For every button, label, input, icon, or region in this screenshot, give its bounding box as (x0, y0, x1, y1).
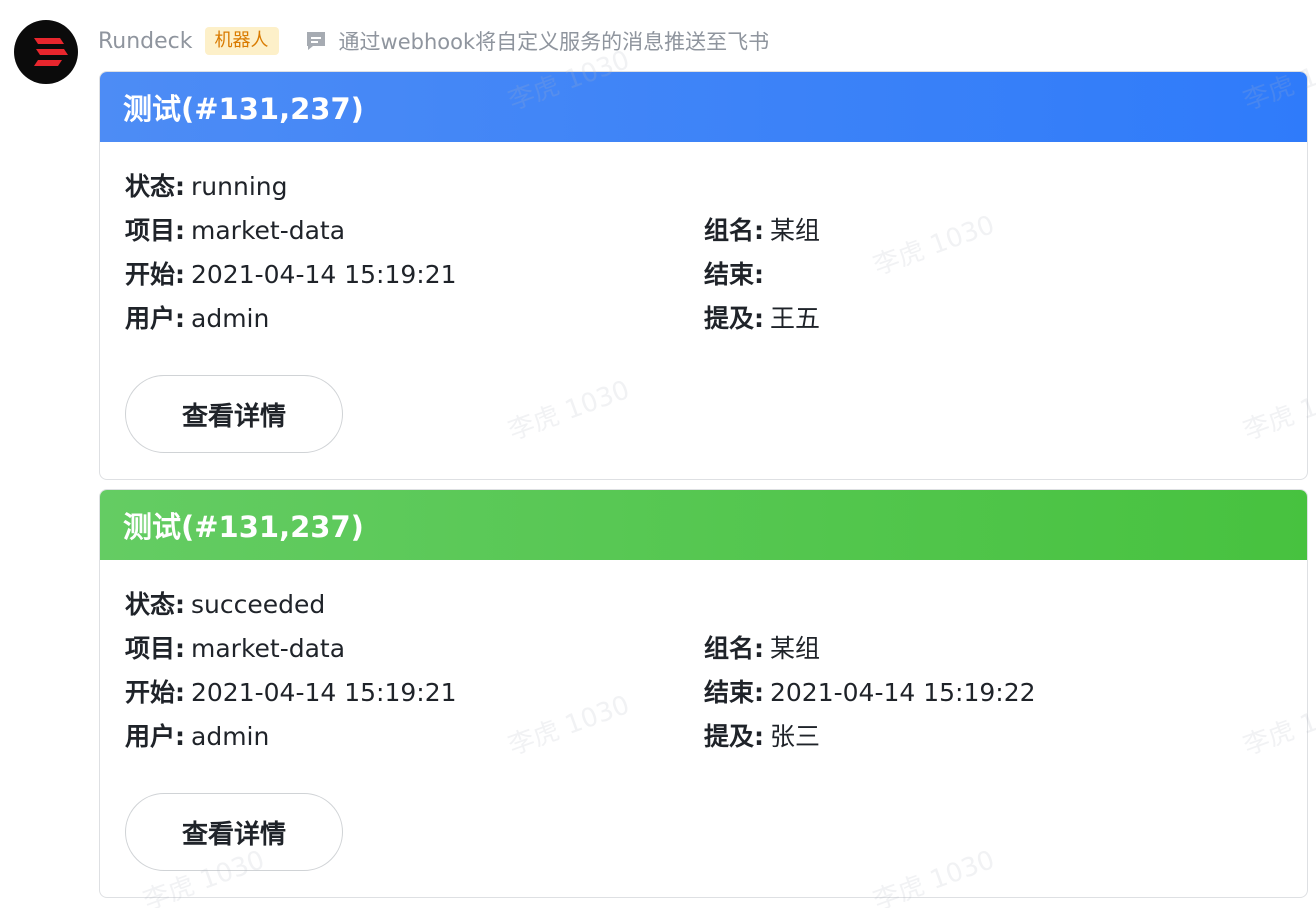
message-icon (306, 32, 325, 50)
group-label: 组名: (704, 216, 764, 245)
view-details-button[interactable]: 查看详情 (125, 375, 343, 453)
status-value: running (191, 172, 288, 201)
card-fields: 状态: succeeded 项目: market-data 开始: 2021-04-1… (100, 560, 1307, 760)
rundeck-logo-icon (34, 38, 68, 66)
start-value: 2021-04-14 15:19:21 (191, 260, 457, 289)
job-card-succeeded: 测试(#131,237) 状态: succeeded 项目: market-data… (99, 489, 1308, 898)
status-field: 状态: succeeded (125, 590, 325, 620)
group-label: 组名: (704, 634, 764, 663)
mention-label: 提及: (704, 722, 764, 751)
project-field: 项目: market-data (125, 634, 345, 664)
group-field: 组名: 某组 (704, 634, 820, 664)
project-label: 项目: (125, 216, 185, 245)
end-value: 2021-04-14 15:19:22 (770, 678, 1036, 707)
user-field: 用户: admin (125, 304, 269, 334)
message-header: Rundeck 机器人 通过webhook将自定义服务的消息推送至飞书 (98, 26, 769, 56)
user-value: admin (191, 722, 270, 751)
mention-field: 提及: 张三 (704, 722, 820, 752)
project-field: 项目: market-data (125, 216, 345, 246)
end-label: 结束: (704, 260, 764, 289)
view-details-button[interactable]: 查看详情 (125, 793, 343, 871)
status-value: succeeded (191, 590, 326, 619)
user-label: 用户: (125, 304, 185, 333)
start-field: 开始: 2021-04-14 15:19:21 (125, 678, 457, 708)
card-header: 测试(#131,237) (100, 490, 1307, 560)
user-value: admin (191, 304, 270, 333)
chat-message: Rundeck 机器人 通过webhook将自定义服务的消息推送至飞书 测试(#… (0, 0, 1316, 908)
sender-name[interactable]: Rundeck (98, 29, 193, 54)
card-fields: 状态: running 项目: market-data 开始: 2021-04-14 … (100, 142, 1307, 342)
status-label: 状态: (125, 172, 185, 201)
end-field: 结束: (704, 260, 770, 290)
group-value: 某组 (770, 216, 821, 245)
bot-avatar[interactable] (14, 20, 78, 84)
end-field: 结束: 2021-04-14 15:19:22 (704, 678, 1036, 708)
project-label: 项目: (125, 634, 185, 663)
mention-field: 提及: 王五 (704, 304, 820, 334)
card-header: 测试(#131,237) (100, 72, 1307, 142)
card-title: 测试(#131,237) (123, 92, 364, 126)
user-field: 用户: admin (125, 722, 269, 752)
start-label: 开始: (125, 260, 185, 289)
mention-value[interactable]: 张三 (770, 722, 820, 751)
card-title: 测试(#131,237) (123, 510, 364, 544)
job-card-running: 测试(#131,237) 状态: running 项目: market-data 开… (99, 71, 1308, 480)
mention-value[interactable]: 王五 (770, 304, 820, 333)
bot-description: 通过webhook将自定义服务的消息推送至飞书 (338, 30, 770, 54)
start-label: 开始: (125, 678, 185, 707)
mention-label: 提及: (704, 304, 764, 333)
user-label: 用户: (125, 722, 185, 751)
project-value: market-data (191, 216, 346, 245)
status-label: 状态: (125, 590, 185, 619)
bot-badge: 机器人 (204, 27, 279, 55)
start-field: 开始: 2021-04-14 15:19:21 (125, 260, 457, 290)
status-field: 状态: running (125, 172, 287, 202)
group-field: 组名: 某组 (704, 216, 820, 246)
start-value: 2021-04-14 15:19:21 (191, 678, 457, 707)
project-value: market-data (191, 634, 346, 663)
end-label: 结束: (704, 678, 764, 707)
group-value: 某组 (770, 634, 821, 663)
